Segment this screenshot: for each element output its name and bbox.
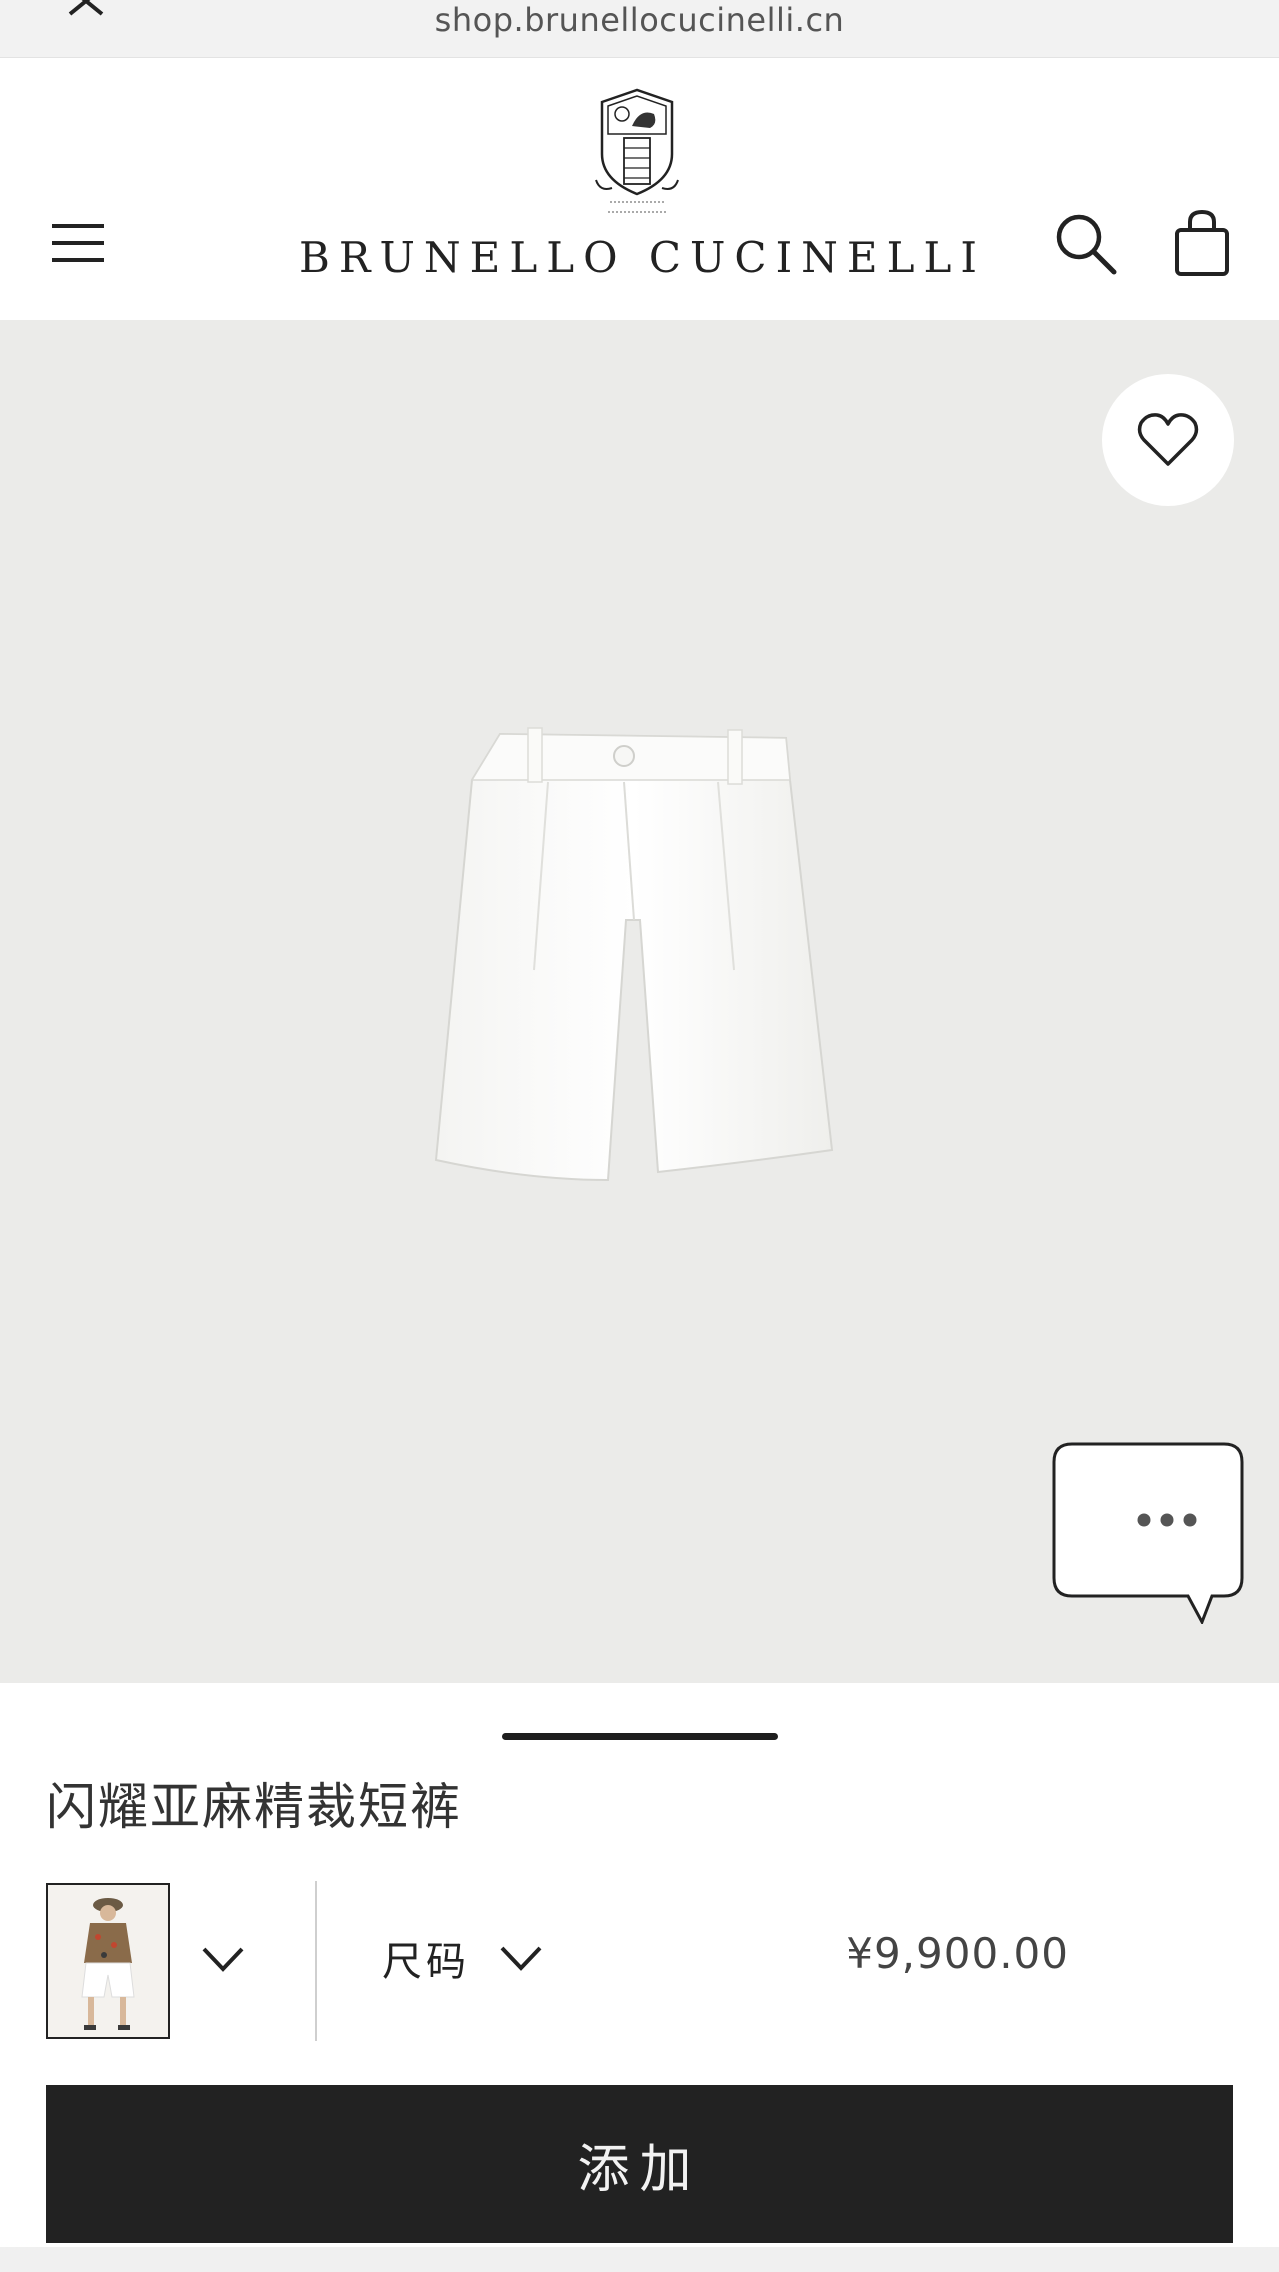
size-select[interactable]: 尺码: [382, 1923, 546, 1993]
add-to-cart-button[interactable]: 添加: [46, 2085, 1233, 2243]
browser-url-bar: shop.brunellocucinelli.cn: [0, 0, 1279, 58]
product-image-area[interactable]: [0, 320, 1279, 1683]
heart-icon: [1137, 413, 1199, 466]
favorite-button[interactable]: [1102, 374, 1234, 506]
white-linen-shorts-image: [434, 727, 834, 1182]
shopping-bag-icon[interactable]: [1172, 208, 1232, 278]
product-page: shop.brunellocucinelli.cn BRUNELLO CUCIN…: [0, 0, 1279, 2272]
chat-bubble-icon[interactable]: [1052, 1442, 1244, 1624]
size-label: 尺码: [382, 1939, 470, 1985]
site-header: BRUNELLO CUCINELLI: [0, 58, 1279, 320]
product-detail-sheet: 闪耀亚麻精裁短裤 尺码 ¥9,900.00 添加: [0, 1683, 1279, 2272]
search-icon[interactable]: [1052, 210, 1120, 278]
color-swatch-thumbnail[interactable]: [46, 1883, 170, 2039]
brand-crest-logo[interactable]: [592, 84, 682, 222]
product-title: 闪耀亚麻精裁短裤: [46, 1778, 462, 1836]
chevron-down-icon[interactable]: [198, 1939, 248, 1979]
sheet-drag-handle[interactable]: [502, 1733, 778, 1740]
product-price: ¥9,900.00: [846, 1929, 1069, 1978]
model-thumbnail-image: [48, 1885, 168, 2037]
url-text[interactable]: shop.brunellocucinelli.cn: [0, 0, 1279, 40]
chevron-down-icon: [500, 1946, 542, 1971]
bottom-strip: [0, 2247, 1279, 2272]
divider: [315, 1881, 317, 2041]
